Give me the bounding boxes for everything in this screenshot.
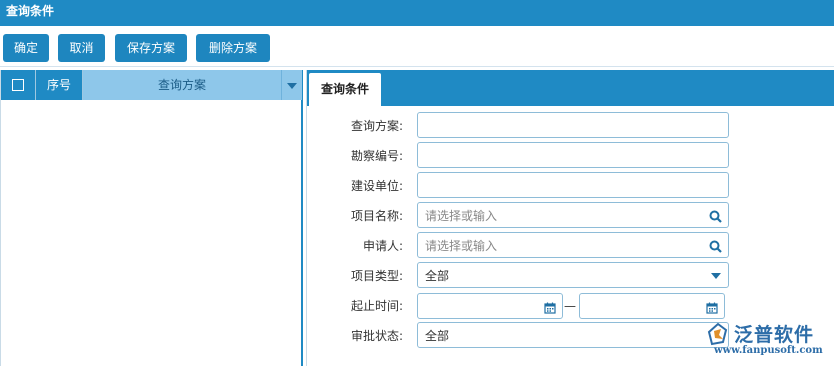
end-date-input[interactable] bbox=[579, 293, 725, 319]
applicant-label: 申请人: bbox=[362, 239, 403, 253]
delete-plan-button[interactable]: 删除方案 bbox=[196, 34, 270, 62]
fanpusoft-logo: 泛普软件 www.fanpusoft.com bbox=[704, 320, 834, 360]
project-type-select[interactable]: 全部 bbox=[417, 262, 729, 288]
grid-header: 序号 查询方案 bbox=[1, 70, 302, 100]
row-applicant: 申请人: 请选择或输入 bbox=[307, 232, 834, 260]
select-all-cell bbox=[1, 70, 36, 100]
logo-name: 泛普软件 bbox=[734, 324, 815, 346]
project-name-input[interactable]: 请选择或输入 bbox=[417, 202, 729, 228]
build-unit-input[interactable] bbox=[417, 172, 729, 198]
search-icon[interactable] bbox=[709, 233, 722, 259]
plan-input[interactable] bbox=[417, 112, 729, 138]
column-header-seq[interactable]: 序号 bbox=[36, 70, 83, 100]
project-type-value: 全部 bbox=[425, 269, 450, 283]
applicant-placeholder: 请选择或输入 bbox=[425, 239, 498, 253]
project-name-label: 项目名称: bbox=[350, 209, 403, 223]
approval-status-value: 全部 bbox=[425, 329, 450, 343]
start-date-input[interactable] bbox=[417, 293, 563, 319]
search-icon[interactable] bbox=[709, 203, 722, 229]
window-title: 查询条件 bbox=[6, 4, 55, 18]
tab-strip: 查询条件 bbox=[307, 70, 834, 106]
build-unit-label: 建设单位: bbox=[350, 179, 403, 193]
fanpu-logo-icon bbox=[707, 322, 728, 346]
row-build-unit: 建设单位: bbox=[307, 172, 834, 200]
cancel-button[interactable]: 取消 bbox=[58, 34, 105, 62]
row-plan: 查询方案: bbox=[307, 112, 834, 140]
column-header-plan[interactable]: 查询方案 bbox=[83, 70, 281, 100]
plan-label: 查询方案: bbox=[350, 119, 403, 133]
date-range-separator: — bbox=[564, 299, 576, 313]
approval-status-select[interactable]: 全部 bbox=[417, 322, 729, 348]
date-range-label: 起止时间: bbox=[350, 299, 403, 313]
survey-no-label: 勘察编号: bbox=[350, 149, 403, 163]
calendar-icon[interactable] bbox=[706, 294, 718, 320]
confirm-button[interactable]: 确定 bbox=[3, 34, 49, 62]
select-all-checkbox[interactable] bbox=[12, 79, 24, 91]
row-project-type: 项目类型: 全部 bbox=[307, 262, 834, 290]
logo-url: www.fanpusoft.com bbox=[714, 345, 823, 356]
column-menu-dropdown-icon[interactable] bbox=[281, 70, 302, 100]
row-date-range: 起止时间: — bbox=[307, 292, 834, 320]
approval-status-label: 审批状态: bbox=[350, 329, 403, 343]
row-project-name: 项目名称: 请选择或输入 bbox=[307, 202, 834, 230]
row-survey-no: 勘察编号: bbox=[307, 142, 834, 170]
calendar-icon[interactable] bbox=[544, 294, 556, 320]
plan-list-panel: 序号 查询方案 bbox=[0, 70, 303, 366]
survey-no-input[interactable] bbox=[417, 142, 729, 168]
applicant-input[interactable]: 请选择或输入 bbox=[417, 232, 729, 258]
save-plan-button[interactable]: 保存方案 bbox=[115, 34, 187, 62]
project-type-label: 项目类型: bbox=[350, 269, 403, 283]
toolbar: 确定 取消 保存方案 删除方案 bbox=[0, 28, 834, 67]
project-name-placeholder: 请选择或输入 bbox=[425, 209, 498, 223]
chevron-down-icon[interactable] bbox=[711, 273, 721, 279]
window-title-bar: 查询条件 bbox=[0, 0, 834, 26]
tab-query-conditions[interactable]: 查询条件 bbox=[309, 73, 381, 106]
